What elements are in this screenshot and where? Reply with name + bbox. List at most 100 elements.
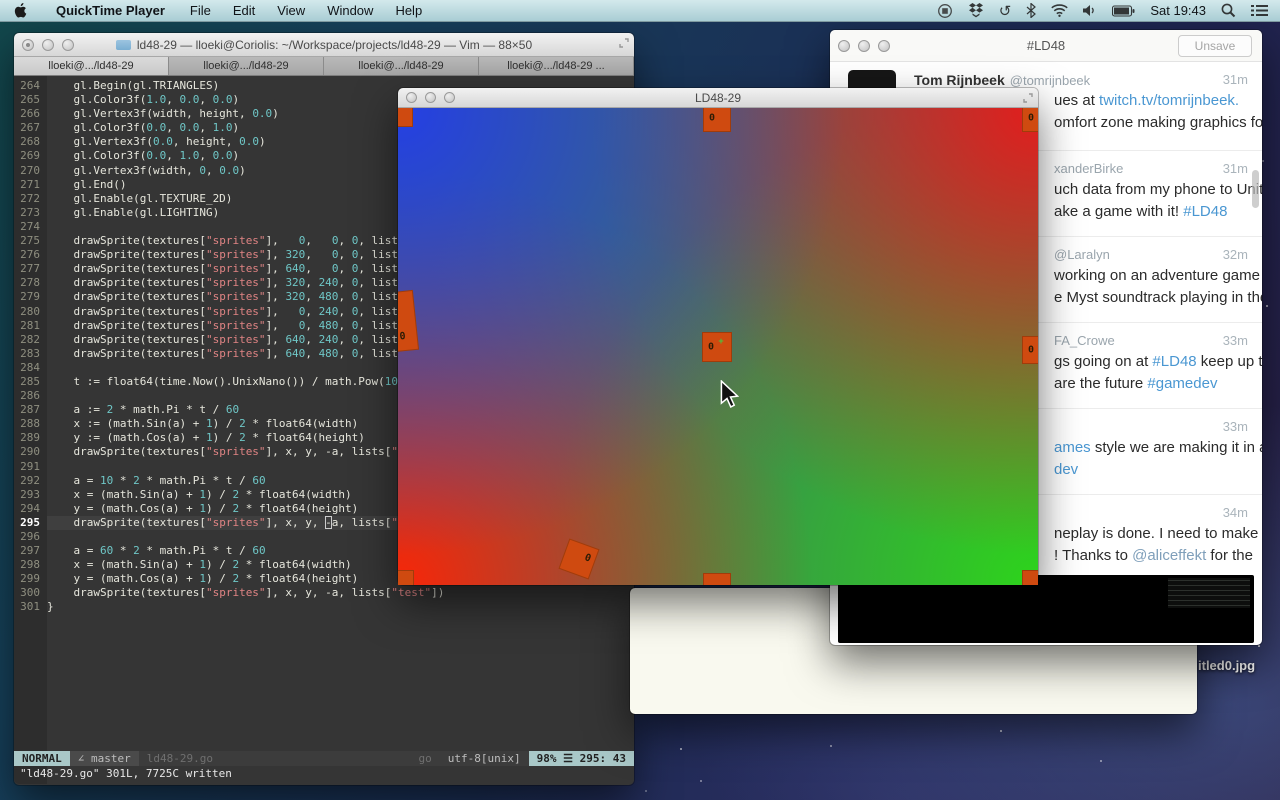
close-button[interactable] bbox=[22, 39, 34, 51]
line-number: 264 bbox=[14, 79, 47, 93]
tweet-author-name[interactable]: Tom Rijnbeek bbox=[914, 72, 1005, 88]
record-stop-icon[interactable] bbox=[937, 3, 953, 19]
line-number: 283 bbox=[14, 347, 47, 361]
line-number: 300 bbox=[14, 586, 47, 600]
tweet-link[interactable]: twitch.tv/tomrijnbeek. bbox=[1099, 92, 1239, 109]
close-button[interactable] bbox=[838, 40, 850, 52]
tweet-author-handle[interactable]: FA_Crowe bbox=[1054, 333, 1115, 348]
terminal-tab[interactable]: lloeki@.../ld48-29 bbox=[169, 57, 324, 75]
tweet-link[interactable]: #LD48 bbox=[1152, 353, 1196, 370]
tweet-author-handle[interactable]: @Laralyn bbox=[1054, 247, 1110, 262]
tweet-author-handle[interactable]: xanderBirke bbox=[1054, 161, 1123, 176]
menu-items: FileEditViewWindowHelp bbox=[179, 0, 433, 22]
terminal-tab[interactable]: lloeki@.../ld48-29 ... bbox=[479, 57, 634, 75]
zoom-button[interactable] bbox=[62, 39, 74, 51]
desktop-file-label[interactable]: itled0.jpg bbox=[1198, 658, 1255, 673]
terminal-title: ld48-29 — lloeki@Coriolis: ~/Workspace/p… bbox=[137, 38, 532, 52]
line-number: 271 bbox=[14, 178, 47, 192]
folder-icon bbox=[116, 40, 131, 50]
line-number: 290 bbox=[14, 445, 47, 459]
time-machine-icon[interactable]: ↺ bbox=[999, 2, 1012, 20]
line-number: 270 bbox=[14, 164, 47, 178]
terminal-titlebar[interactable]: ld48-29 — lloeki@Coriolis: ~/Workspace/p… bbox=[14, 33, 634, 57]
mouse-cursor bbox=[720, 380, 739, 413]
volume-icon[interactable] bbox=[1083, 4, 1097, 17]
line-number: 281 bbox=[14, 319, 47, 333]
bluetooth-icon[interactable] bbox=[1026, 3, 1036, 18]
line-number: 301 bbox=[14, 600, 47, 614]
menu-bar-clock[interactable]: Sat 19:43 bbox=[1150, 3, 1206, 18]
twitter-titlebar[interactable]: #LD48 Unsave bbox=[830, 30, 1262, 62]
terminal-tab[interactable]: lloeki@.../ld48-29 bbox=[324, 57, 479, 75]
sprite-cross-marker: + bbox=[718, 336, 723, 346]
game-window-title: LD48-29 bbox=[695, 91, 741, 105]
line-number: 294 bbox=[14, 502, 47, 516]
scrollbar-thumb[interactable] bbox=[1252, 170, 1259, 208]
twitter-window-title: #LD48 bbox=[1027, 38, 1065, 53]
game-sprite: 0 bbox=[558, 538, 599, 579]
line-number: 268 bbox=[14, 135, 47, 149]
terminal-tab[interactable]: lloeki@.../ld48-29 bbox=[14, 57, 169, 75]
tweet-media-image[interactable] bbox=[838, 575, 1254, 643]
zoom-button[interactable] bbox=[878, 40, 890, 52]
line-number: 292 bbox=[14, 474, 47, 488]
line-number: 282 bbox=[14, 333, 47, 347]
wifi-icon[interactable] bbox=[1051, 4, 1068, 17]
line-number: 275 bbox=[14, 234, 47, 248]
close-button[interactable] bbox=[406, 92, 417, 103]
game-titlebar[interactable]: LD48-29 bbox=[398, 88, 1038, 108]
line-number: 284 bbox=[14, 361, 47, 375]
menu-item[interactable]: Edit bbox=[222, 0, 266, 22]
battery-icon[interactable] bbox=[1112, 5, 1135, 17]
tweet-timestamp: 31m bbox=[1223, 72, 1248, 87]
spotlight-icon[interactable] bbox=[1221, 3, 1236, 18]
statusline-filetype: go bbox=[411, 751, 440, 766]
app-menu-title[interactable]: QuickTime Player bbox=[45, 0, 179, 22]
menu-item[interactable]: View bbox=[266, 0, 316, 22]
code-line: 300 drawSprite(textures["sprites"], x, y… bbox=[14, 586, 634, 600]
apple-menu-icon[interactable] bbox=[14, 3, 27, 18]
menu-item[interactable]: File bbox=[179, 0, 222, 22]
game-canvas[interactable]: 0000+00 bbox=[398, 108, 1038, 585]
tweet-link[interactable]: #LD48 bbox=[1183, 203, 1227, 220]
game-sprite bbox=[398, 570, 414, 585]
fullscreen-icon[interactable] bbox=[619, 38, 629, 48]
unsave-button[interactable]: Unsave bbox=[1178, 35, 1252, 57]
tweet-link[interactable]: #gamedev bbox=[1147, 375, 1217, 392]
git-branch-label: ∠ master bbox=[70, 751, 139, 766]
minimize-button[interactable] bbox=[425, 92, 436, 103]
mention-link[interactable]: @aliceffekt bbox=[1132, 547, 1206, 564]
tweet-link[interactable]: dev bbox=[1054, 461, 1078, 478]
statusline-filename: ld48-29.go bbox=[139, 751, 221, 766]
game-window: LD48-29 0000+00 bbox=[398, 88, 1038, 585]
tweet-link[interactable]: ames bbox=[1054, 439, 1091, 456]
tweet-timestamp: 34m bbox=[1223, 505, 1248, 520]
line-number: 269 bbox=[14, 149, 47, 163]
menu-bar: QuickTime Player FileEditViewWindowHelp … bbox=[0, 0, 1280, 22]
line-number: 295 bbox=[14, 516, 47, 530]
tweet-timestamp: 33m bbox=[1223, 419, 1248, 434]
line-number: 286 bbox=[14, 389, 47, 403]
game-sprite: 0 bbox=[1022, 336, 1038, 364]
notification-center-icon[interactable] bbox=[1251, 4, 1268, 17]
dropbox-icon[interactable] bbox=[968, 3, 984, 18]
tweet-author-handle[interactable]: @tomrijnbeek bbox=[1010, 73, 1090, 88]
line-number: 297 bbox=[14, 544, 47, 558]
line-number: 274 bbox=[14, 220, 47, 234]
vim-mode-indicator: NORMAL bbox=[14, 751, 70, 766]
sprite-label: 0 bbox=[709, 113, 715, 124]
game-sprite bbox=[398, 108, 413, 127]
vim-statusline: NORMAL ∠ master ld48-29.go go utf-8[unix… bbox=[14, 751, 634, 766]
code-line: 301} bbox=[14, 600, 634, 614]
menu-item[interactable]: Help bbox=[384, 0, 433, 22]
resize-icon[interactable] bbox=[1023, 93, 1033, 103]
line-number: 298 bbox=[14, 558, 47, 572]
line-number: 287 bbox=[14, 403, 47, 417]
minimize-button[interactable] bbox=[858, 40, 870, 52]
minimize-button[interactable] bbox=[42, 39, 54, 51]
sprite-label: 0 bbox=[1028, 345, 1034, 356]
line-number: 272 bbox=[14, 192, 47, 206]
menu-item[interactable]: Window bbox=[316, 0, 384, 22]
sprite-label: 0 bbox=[399, 331, 406, 343]
zoom-button[interactable] bbox=[444, 92, 455, 103]
